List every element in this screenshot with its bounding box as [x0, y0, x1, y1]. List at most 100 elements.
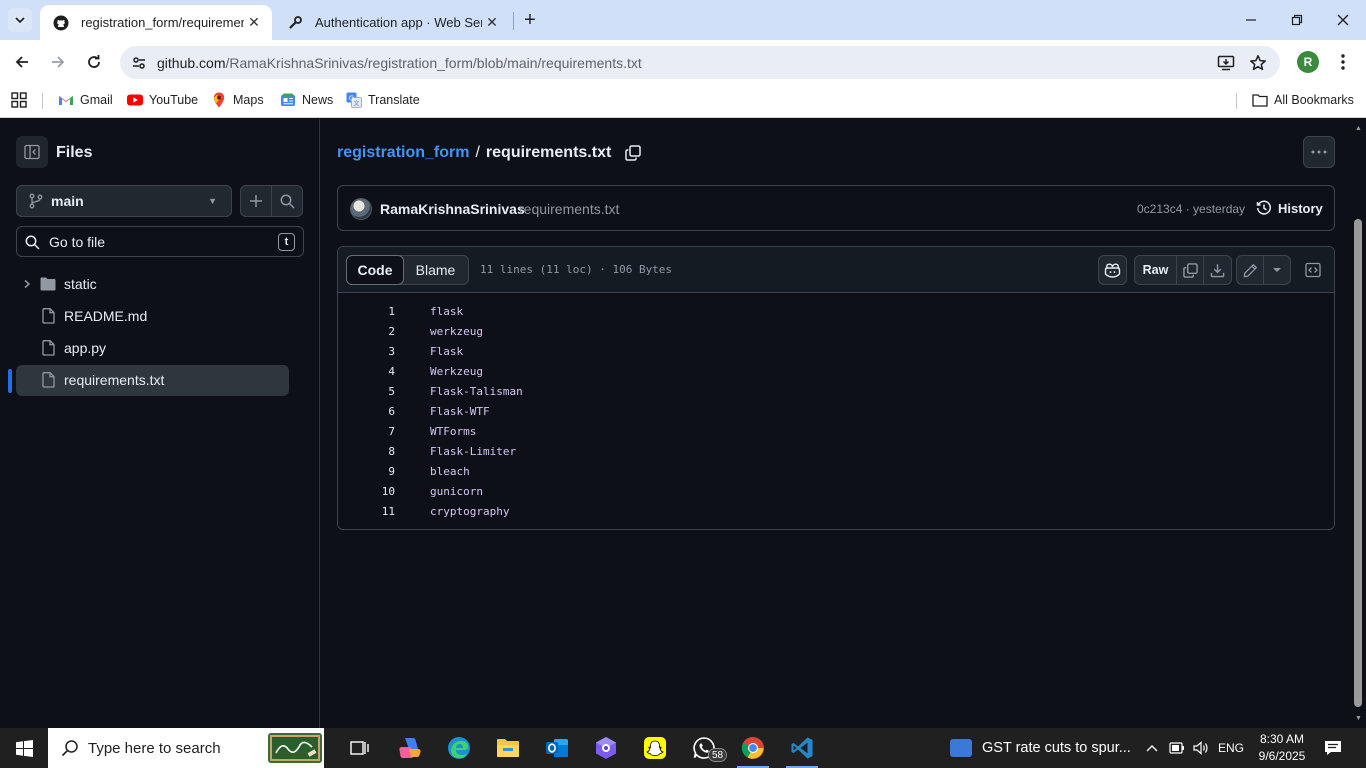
apps-button[interactable]: [11, 92, 27, 108]
download-button[interactable]: [1203, 255, 1232, 285]
chrome-app[interactable]: [729, 728, 777, 768]
task-view-button[interactable]: [336, 728, 384, 768]
go-to-file-input[interactable]: Go to file t: [16, 226, 304, 257]
restore-button[interactable]: [1274, 0, 1320, 40]
edit-button[interactable]: [1236, 255, 1264, 285]
profile-avatar[interactable]: R: [1297, 51, 1319, 73]
line-number[interactable]: 10: [338, 485, 395, 498]
breadcrumb-repo-link[interactable]: registration_form: [337, 144, 469, 162]
news-widget[interactable]: GST rate cuts to spur...: [950, 728, 1131, 768]
new-tab-button[interactable]: +: [518, 8, 542, 32]
browser-menu-button[interactable]: [1331, 50, 1355, 74]
close-tab-icon[interactable]: ✕: [244, 13, 264, 33]
symbols-panel-button[interactable]: [1298, 255, 1327, 285]
tree-item-requirements[interactable]: requirements.txt: [16, 365, 289, 396]
author-avatar[interactable]: [350, 198, 372, 220]
edge-app[interactable]: [435, 728, 483, 768]
line-number[interactable]: 6: [338, 405, 395, 418]
tab-code[interactable]: Code: [346, 255, 404, 285]
system-clock[interactable]: 8:30 AM 9/6/2025: [1252, 731, 1312, 765]
vscode-app[interactable]: [778, 728, 826, 768]
office-app[interactable]: [582, 728, 630, 768]
history-icon: [1256, 200, 1272, 216]
minimize-button[interactable]: [1228, 0, 1274, 40]
tree-item-app-py[interactable]: app.py: [16, 333, 289, 364]
scrollbar-thumb[interactable]: [1354, 219, 1362, 707]
close-window-button[interactable]: [1320, 0, 1366, 40]
commit-sha-time[interactable]: 0c213c4 · yesterday: [1137, 202, 1245, 216]
line-number[interactable]: 9: [338, 465, 395, 478]
bookmark-maps[interactable]: Maps: [211, 92, 264, 108]
commit-message[interactable]: requirements.txt: [519, 201, 619, 217]
bookmark-news[interactable]: News: [280, 92, 333, 108]
start-button[interactable]: [0, 728, 48, 768]
code-line: 5 Flask-Talisman: [338, 381, 1334, 401]
browser-tab[interactable]: Authentication app · Web Servi ✕: [274, 5, 510, 40]
chevron-right-icon[interactable]: [20, 277, 34, 291]
commit-author[interactable]: RamaKrishnaSrinivas: [380, 201, 525, 217]
history-button[interactable]: History: [1256, 200, 1323, 216]
copilot-button[interactable]: [1098, 255, 1127, 285]
close-tab-icon[interactable]: ✕: [482, 13, 502, 33]
code-toolbar: Code Blame 11 lines (11 loc) · 106 Bytes…: [338, 247, 1334, 293]
tree-item-static[interactable]: static: [16, 269, 289, 300]
all-bookmarks-button[interactable]: All Bookmarks: [1252, 92, 1354, 108]
file-explorer-app[interactable]: [484, 728, 532, 768]
notification-center-button[interactable]: [1320, 736, 1346, 760]
copy-raw-button[interactable]: [1176, 255, 1204, 285]
keyboard-shortcut-hint: t: [278, 233, 295, 251]
bookmark-youtube[interactable]: YouTube: [127, 92, 198, 108]
search-code-button[interactable]: [271, 185, 303, 217]
tree-item-label: README.md: [64, 308, 148, 324]
forward-button[interactable]: [46, 50, 70, 74]
line-content: Werkzeug: [430, 364, 483, 378]
raw-button[interactable]: Raw: [1134, 255, 1177, 285]
code-line: 1 flask: [338, 301, 1334, 321]
tab-search-button[interactable]: [8, 8, 32, 32]
code-line: 11 cryptography: [338, 501, 1334, 521]
line-number[interactable]: 5: [338, 385, 395, 398]
kebab-horizontal-icon: [1311, 150, 1327, 154]
scroll-down-icon[interactable]: ▼: [1354, 714, 1363, 722]
arrow-right-icon: [52, 56, 65, 68]
volume-control[interactable]: [1190, 728, 1212, 768]
line-number[interactable]: 3: [338, 345, 395, 358]
bookmark-translate[interactable]: G文 Translate: [346, 92, 420, 108]
page-scrollbar[interactable]: ▲ ▼: [1351, 119, 1366, 728]
url-text: github.com/RamaKrishnaSrinivas/registrat…: [157, 55, 642, 71]
collapse-sidebar-button[interactable]: [16, 136, 48, 168]
address-bar[interactable]: github.com/RamaKrishnaSrinivas/registrat…: [120, 46, 1280, 79]
github-icon: [53, 15, 69, 31]
install-app-icon[interactable]: [1215, 52, 1237, 74]
line-number[interactable]: 8: [338, 445, 395, 458]
site-info-icon[interactable]: [128, 52, 150, 74]
bookmark-gmail[interactable]: Gmail: [58, 92, 113, 108]
line-number[interactable]: 2: [338, 325, 395, 338]
whatsapp-app[interactable]: 58: [680, 728, 728, 768]
show-hidden-icons-button[interactable]: [1142, 728, 1162, 768]
taskbar-search-box[interactable]: Type here to search: [48, 728, 324, 768]
more-options-button[interactable]: [1303, 136, 1335, 168]
add-file-button[interactable]: [240, 185, 272, 217]
back-button[interactable]: [10, 50, 34, 74]
line-number[interactable]: 7: [338, 425, 395, 438]
tree-item-readme[interactable]: README.md: [16, 301, 289, 332]
snapchat-app[interactable]: [631, 728, 679, 768]
outlook-app[interactable]: [533, 728, 581, 768]
edit-dropdown-button[interactable]: [1263, 255, 1291, 285]
reload-button[interactable]: [82, 50, 106, 74]
branch-selector[interactable]: main ▼: [16, 185, 232, 217]
line-number[interactable]: 11: [338, 505, 395, 518]
input-language[interactable]: ENG: [1214, 728, 1248, 768]
copy-path-icon[interactable]: [624, 144, 642, 162]
tab-blame[interactable]: Blame: [403, 256, 468, 284]
scroll-up-icon[interactable]: ▲: [1354, 124, 1363, 132]
copilot-app[interactable]: [386, 728, 434, 768]
bookmark-star-icon[interactable]: [1247, 52, 1269, 74]
chevron-up-icon: [1146, 745, 1158, 752]
browser-tab-active[interactable]: registration_form/requirements ✕: [40, 5, 272, 40]
line-number[interactable]: 1: [338, 305, 395, 318]
line-number[interactable]: 4: [338, 365, 395, 378]
git-branch-icon: [29, 193, 43, 209]
battery-status[interactable]: [1166, 728, 1188, 768]
